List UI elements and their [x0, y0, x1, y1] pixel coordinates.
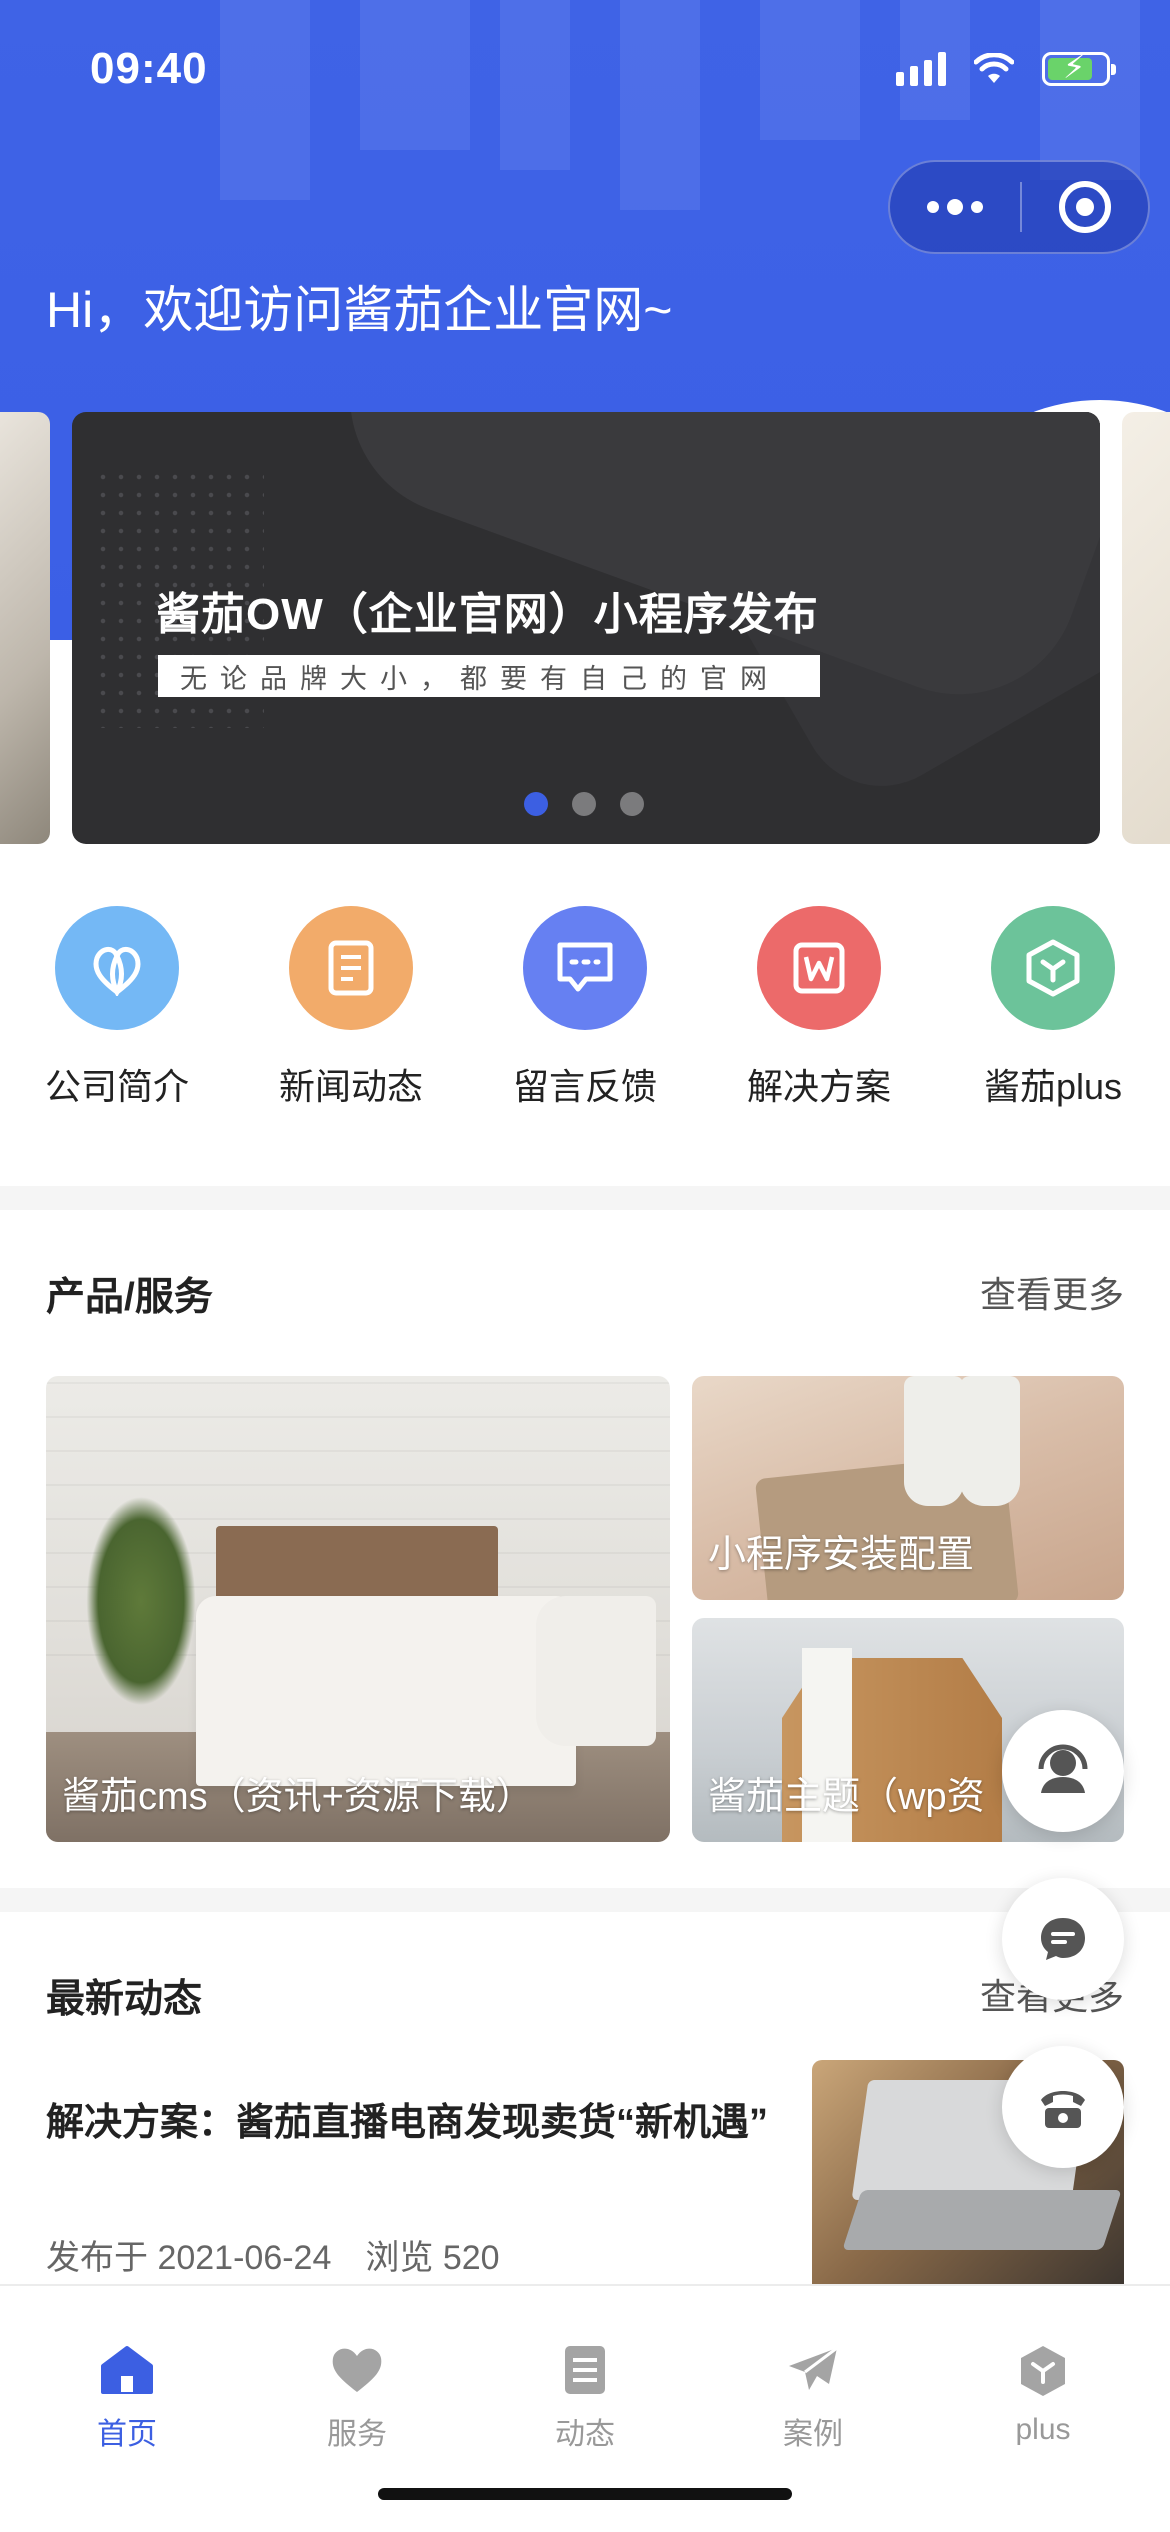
document-icon	[289, 906, 413, 1030]
banner-title: 酱茄OW（企业官网）小程序发布	[156, 590, 819, 639]
tab-plus[interactable]: plus	[926, 2344, 1160, 2447]
quick-nav-label: 酱茄plus	[983, 1066, 1123, 1107]
news-views: 浏览 520	[365, 2239, 500, 2277]
quick-nav: 公司简介 新闻动态 留言反馈 解决方案 酱茄plus	[0, 906, 1170, 1107]
tab-label: 首页	[97, 2418, 157, 2451]
quick-nav-news[interactable]: 新闻动态	[234, 906, 468, 1110]
bed-image	[196, 1596, 576, 1786]
quick-nav-label: 解决方案	[746, 1066, 891, 1107]
more-menu-button[interactable]	[890, 162, 1020, 252]
heart-outline-icon	[55, 906, 179, 1030]
cube-icon	[1021, 2346, 1065, 2396]
quick-nav-company-intro[interactable]: 公司简介	[0, 906, 234, 1110]
building-decoration	[620, 0, 700, 210]
quick-nav-label: 新闻动态	[278, 1066, 423, 1107]
product-card[interactable]: 酱茄cms（资讯+资源下载）	[46, 1376, 670, 1842]
news-section-title: 最新动态	[46, 1978, 203, 2021]
quick-nav-plus[interactable]: 酱茄plus	[936, 906, 1170, 1110]
customer-service-icon	[1038, 1744, 1088, 1793]
building-decoration	[1040, 0, 1140, 180]
carousel-dot[interactable]	[572, 792, 596, 816]
chat-button[interactable]	[1002, 1878, 1124, 2000]
banner-subtitle: 无论品牌大小，都要有自己的官网	[158, 655, 820, 697]
quick-nav-solutions[interactable]: 解决方案	[702, 906, 936, 1110]
phone-button[interactable]	[1002, 2046, 1124, 2168]
building-decoration	[500, 0, 570, 170]
quick-nav-label: 留言反馈	[512, 1066, 657, 1107]
carousel-dot[interactable]	[620, 792, 644, 816]
chat-icon	[1041, 1918, 1085, 1960]
customer-service-button[interactable]	[1002, 1710, 1124, 1832]
heart-icon	[332, 2348, 382, 2392]
product-caption: 酱茄主题（wp资	[708, 1776, 985, 1818]
phone-icon	[1041, 2091, 1085, 2128]
tab-label: 服务	[327, 2418, 387, 2451]
home-icon	[101, 2346, 153, 2394]
banner-prev-slide[interactable]	[0, 412, 50, 844]
banner-carousel[interactable]: 酱茄OW（企业官网）小程序发布 无论品牌大小，都要有自己的官网	[72, 412, 1100, 844]
plant-image	[86, 1496, 196, 1706]
section-divider	[0, 1888, 1170, 1912]
close-miniprogram-button[interactable]	[1022, 181, 1148, 233]
banner-next-slide[interactable]	[1122, 412, 1170, 844]
products-more-link[interactable]: 查看更多	[980, 1266, 1124, 1318]
status-time: 09:40	[90, 44, 208, 93]
list-icon	[565, 2346, 605, 2394]
status-icons: ⚡	[896, 51, 1116, 86]
building-decoration	[220, 0, 310, 200]
home-indicator[interactable]	[378, 2488, 792, 2500]
target-icon	[1059, 181, 1111, 233]
signal-icon	[896, 52, 946, 86]
wifi-icon	[974, 53, 1014, 83]
product-caption: 小程序安装配置	[708, 1534, 975, 1576]
carousel-dot[interactable]	[524, 792, 548, 816]
building-decoration	[760, 0, 860, 140]
quick-nav-label: 公司简介	[44, 1066, 189, 1107]
tab-service[interactable]: 服务	[240, 2344, 474, 2453]
carousel-indicator	[524, 792, 644, 816]
section-divider	[0, 1186, 1170, 1210]
message-icon	[523, 906, 647, 1030]
quick-nav-feedback[interactable]: 留言反馈	[468, 906, 702, 1110]
tab-news[interactable]: 动态	[468, 2344, 702, 2453]
greeting: Hi，欢迎访问酱茄企业官网~	[46, 282, 673, 338]
tab-cases[interactable]: 案例	[696, 2344, 930, 2453]
product-card[interactable]: 小程序安装配置	[692, 1376, 1124, 1600]
news-article-title[interactable]: 解决方案：酱茄直播电商发现卖货“新机遇”	[46, 2090, 786, 2156]
products-section-title: 产品/服务	[46, 1276, 213, 1319]
tab-label: plus	[1015, 2413, 1071, 2446]
w-file-icon	[757, 906, 881, 1030]
tab-label: 案例	[783, 2418, 843, 2451]
product-caption: 酱茄cms（资讯+资源下载）	[62, 1776, 534, 1818]
tab-home[interactable]: 首页	[10, 2344, 244, 2453]
news-date: 发布于 2021-06-24	[46, 2239, 332, 2277]
cube-icon	[991, 906, 1115, 1030]
news-article-meta: 发布于 2021-06-24 浏览 520	[46, 2230, 500, 2279]
miniprogram-capsule	[888, 160, 1150, 254]
building-decoration	[360, 0, 470, 150]
battery-icon: ⚡	[1042, 51, 1116, 86]
send-icon	[789, 2346, 838, 2390]
tab-label: 动态	[555, 2418, 615, 2451]
